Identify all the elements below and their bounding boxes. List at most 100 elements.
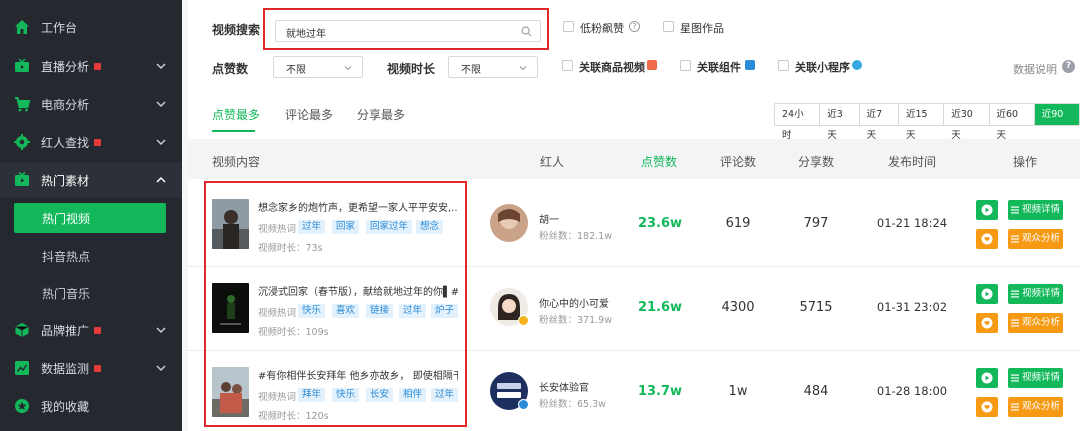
list-icon [1010,374,1019,382]
tab-most-likes[interactable]: 点赞最多 [212,106,260,123]
chevron-down-icon [154,135,168,149]
chevron-down-icon [519,66,527,71]
sidebar-item-label: 直播分析 [41,59,90,74]
range-3d[interactable]: 近3天 [820,104,860,141]
question-icon[interactable]: ? [629,21,640,32]
publish-time: 01-28 18:00 [876,384,948,398]
range-7d[interactable]: 近7天 [860,104,899,141]
mini-program-icon [852,60,862,70]
likes-count: 23.6w [637,216,683,231]
audience-analysis-button[interactable]: 观众分析 [1008,397,1063,417]
list-icon [1010,319,1019,327]
heart-button[interactable] [976,229,998,249]
audience-analysis-button[interactable]: 观众分析 [1008,313,1063,333]
sidebar-item-workbench[interactable]: 工作台 [0,9,182,45]
range-24h[interactable]: 24小时 [775,104,821,141]
sidebar-item-label: 工作台 [41,20,78,35]
duration-select-value: 不限 [461,65,481,76]
range-30d[interactable]: 近30天 [944,104,990,141]
likes-select[interactable]: 不限 [273,56,363,78]
duration-label: 视频时长 [387,62,436,76]
likes-select-value: 不限 [286,65,306,76]
sidebar-item-label: 数据监测 [41,361,90,376]
info-icon[interactable]: ? [1062,60,1075,73]
sidebar-subitem-hot-music[interactable]: 热门音乐 [0,275,182,311]
kol-name[interactable]: 胡一 [539,211,559,226]
header-publish-time[interactable]: 发布时间 [888,153,936,170]
chevron-down-icon [154,361,168,375]
gear-icon [13,133,31,151]
flag-icon [94,364,102,372]
play-button[interactable] [976,200,998,220]
publish-time: 01-31 23:02 [876,300,948,314]
sidebar-subitem-hot-video[interactable]: 热门视频 [14,203,166,233]
publish-time: 01-21 18:24 [876,216,948,230]
kol-name[interactable]: 长安体验官 [539,379,589,394]
duration-select[interactable]: 不限 [448,56,538,78]
heart-button[interactable] [976,313,998,333]
highlight-video-column-frame [204,181,467,427]
list-icon [1010,290,1019,298]
header-comments[interactable]: 评论数 [720,153,756,170]
chart-icon [13,359,31,377]
sidebar-item-hot-material[interactable]: 热门素材 [0,162,182,198]
audience-analysis-button[interactable]: 观众分析 [1008,229,1063,249]
shares-count: 797 [803,216,829,231]
video-detail-button[interactable]: 视频详情 [1008,200,1063,220]
avatar[interactable] [490,204,528,242]
header-likes[interactable]: 点赞数 [641,153,677,170]
play-button[interactable] [976,284,998,304]
flag-icon [94,326,102,334]
star-work-checkbox[interactable] [663,21,674,32]
tab-most-comments[interactable]: 评论最多 [285,106,333,123]
range-60d[interactable]: 近60天 [990,104,1035,141]
component-icon [745,60,755,70]
goods-icon [647,60,657,70]
heart-button[interactable] [976,397,998,417]
range-90d[interactable]: 近90天 [1034,104,1079,141]
sidebar-item-favorites[interactable]: 我的收藏 [0,388,182,424]
sidebar: 工作台 直播分析 电商分析 红人查找 热门素材 热门视频 抖音热点 热门音乐 品… [0,0,182,431]
tab-underline [212,130,255,132]
play-button[interactable] [976,368,998,388]
sidebar-item-kol-search[interactable]: 红人查找 [0,124,182,160]
sidebar-item-ecommerce[interactable]: 电商分析 [0,86,182,122]
video-detail-button[interactable]: 视频详情 [1008,368,1063,388]
range-15d[interactable]: 近15天 [899,104,945,141]
low-fans-checkbox[interactable] [563,21,574,32]
kol-fans: 粉丝数：371.9w [539,315,612,326]
monitor-icon [13,171,31,189]
component-checkbox[interactable] [680,60,691,71]
video-detail-button[interactable]: 视频详情 [1008,284,1063,304]
kol-name[interactable]: 你心中的小可爱 [539,295,609,310]
header-kol: 红人 [540,155,565,169]
tab-most-shares[interactable]: 分享最多 [357,106,405,123]
sidebar-item-label: 品牌推广 [41,323,90,338]
cube-icon [13,321,31,339]
chevron-down-icon [344,66,352,71]
mini-program-checkbox[interactable] [778,60,789,71]
header-shares[interactable]: 分享数 [798,153,834,170]
comments-count: 4300 [721,300,755,315]
header-video-content: 视频内容 [212,155,261,169]
low-fans-label: 低粉飙赞 [580,22,624,35]
star-icon [13,397,31,415]
likes-count: 13.7w [637,384,683,399]
kol-fans: 粉丝数：182.1w [539,231,612,242]
goods-video-checkbox[interactable] [562,60,573,71]
flag-icon [94,62,102,70]
panel-gap [182,0,188,431]
sidebar-subitem-douyin-hot[interactable]: 抖音热点 [0,238,182,274]
component-label: 关联组件 [697,61,741,74]
sidebar-item-brand-promo[interactable]: 品牌推广 [0,312,182,348]
header-actions: 操作 [1013,155,1038,169]
data-explain-link[interactable]: 数据说明 [1013,61,1057,77]
sidebar-item-label: 热门素材 [41,173,90,188]
home-icon [13,18,31,36]
likes-count: 21.6w [637,300,683,315]
verified-badge-icon [518,315,529,326]
sidebar-item-live-analysis[interactable]: 直播分析 [0,48,182,84]
sidebar-item-data-monitor[interactable]: 数据监测 [0,350,182,386]
sidebar-item-label: 我的收藏 [41,399,90,414]
verified-badge-icon [518,399,529,410]
